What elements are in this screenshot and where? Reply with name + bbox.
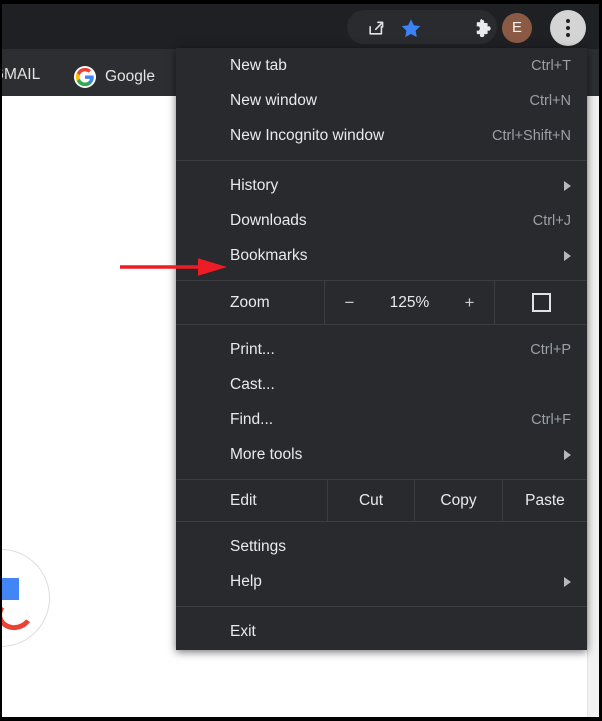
puzzle-piece-icon[interactable]	[468, 13, 498, 43]
menu-item-label: New window	[230, 91, 318, 109]
menu-item-more-tools[interactable]: More tools	[176, 437, 587, 472]
menu-item-label: New tab	[230, 56, 287, 74]
menu-item-shortcut: Ctrl+F	[531, 411, 571, 428]
menu-item-downloads[interactable]: Downloads Ctrl+J	[176, 203, 587, 238]
chrome-main-menu: New tab Ctrl+T New window Ctrl+N New Inc…	[176, 48, 587, 650]
menu-item-label: History	[230, 176, 279, 194]
zoom-label: Zoom	[176, 281, 324, 324]
menu-item-help[interactable]: Help	[176, 564, 587, 599]
menu-item-shortcut: Ctrl+N	[529, 92, 572, 109]
menu-item-shortcut: Ctrl+P	[530, 341, 571, 358]
menu-edit-row: Edit Cut Copy Paste	[176, 479, 587, 522]
doodle-red-shape	[2, 594, 36, 634]
menu-item-bookmarks[interactable]: Bookmarks	[176, 238, 587, 273]
menu-item-new-tab[interactable]: New tab Ctrl+T	[176, 48, 587, 83]
menu-dot	[566, 19, 570, 23]
chevron-right-icon	[564, 449, 571, 460]
menu-item-label: More tools	[230, 445, 303, 463]
fullscreen-button[interactable]	[495, 281, 587, 324]
menu-dot	[566, 26, 570, 30]
menu-spacer	[176, 273, 587, 280]
menu-item-label: Settings	[230, 537, 287, 555]
doodle-blue-shape	[2, 578, 19, 600]
zoom-in-button[interactable]: +	[461, 293, 479, 313]
menu-item-shortcut: Ctrl+J	[532, 212, 571, 229]
copy-button[interactable]: Copy	[414, 480, 502, 521]
paste-label: Paste	[525, 491, 565, 509]
menu-dot	[566, 33, 570, 37]
cut-label: Cut	[358, 491, 384, 509]
menu-zoom-row: Zoom − 125% +	[176, 280, 587, 325]
menu-item-label: Help	[230, 572, 262, 590]
screenshot-frame: E GMAIL Google	[0, 0, 602, 721]
cut-button[interactable]: Cut	[327, 480, 414, 521]
chevron-right-icon	[564, 576, 571, 587]
share-icon[interactable]	[361, 13, 391, 43]
menu-item-new-incognito-window[interactable]: New Incognito window Ctrl+Shift+N	[176, 118, 587, 153]
zoom-label-text: Zoom	[230, 293, 270, 311]
edit-label: Edit	[176, 480, 327, 521]
bookmark-item-gmail[interactable]: GMAIL	[2, 66, 40, 84]
star-icon[interactable]	[396, 13, 426, 43]
zoom-level-value: 125%	[389, 293, 430, 311]
menu-item-label: Print...	[230, 340, 275, 358]
paste-button[interactable]: Paste	[502, 480, 587, 521]
menu-separator	[176, 606, 587, 607]
menu-separator	[176, 160, 587, 161]
menu-item-label: Bookmarks	[230, 246, 308, 264]
chevron-right-icon	[564, 250, 571, 261]
google-g-icon	[74, 66, 96, 88]
menu-spacer	[176, 522, 587, 529]
browser-window: E GMAIL Google	[2, 4, 599, 717]
menu-item-shortcut: Ctrl+T	[531, 57, 571, 74]
menu-item-cast[interactable]: Cast...	[176, 367, 587, 402]
menu-item-label: Exit	[230, 622, 256, 640]
bookmark-item-google[interactable]: Google	[74, 66, 155, 88]
edit-label-text: Edit	[230, 491, 257, 509]
menu-item-label: New Incognito window	[230, 126, 385, 144]
menu-item-new-window[interactable]: New window Ctrl+N	[176, 83, 587, 118]
menu-item-label: Find...	[230, 410, 274, 428]
copy-label: Copy	[440, 491, 477, 509]
fullscreen-icon	[531, 293, 551, 312]
menu-item-exit[interactable]: Exit	[176, 614, 587, 649]
avatar[interactable]: E	[502, 13, 532, 43]
menu-spacer	[176, 472, 587, 479]
page-scrollbar[interactable]	[587, 96, 599, 717]
menu-item-find[interactable]: Find... Ctrl+F	[176, 402, 587, 437]
three-dot-menu-icon[interactable]	[550, 10, 586, 46]
menu-item-history[interactable]: History	[176, 168, 587, 203]
menu-spacer	[176, 325, 587, 332]
menu-item-shortcut: Ctrl+Shift+N	[492, 127, 571, 144]
avatar-initial: E	[511, 19, 522, 36]
bookmark-label: Google	[105, 68, 155, 85]
google-doodle-partial	[2, 549, 50, 647]
menu-item-label: Cast...	[230, 375, 275, 393]
bookmark-label: GMAIL	[2, 66, 41, 83]
zoom-controls: − 125% +	[324, 281, 495, 324]
menu-item-settings[interactable]: Settings	[176, 529, 587, 564]
browser-toolbar: E	[2, 4, 599, 96]
menu-item-label: Downloads	[230, 211, 307, 229]
menu-item-print[interactable]: Print... Ctrl+P	[176, 332, 587, 367]
chevron-right-icon	[564, 180, 571, 191]
zoom-out-button[interactable]: −	[341, 293, 359, 313]
